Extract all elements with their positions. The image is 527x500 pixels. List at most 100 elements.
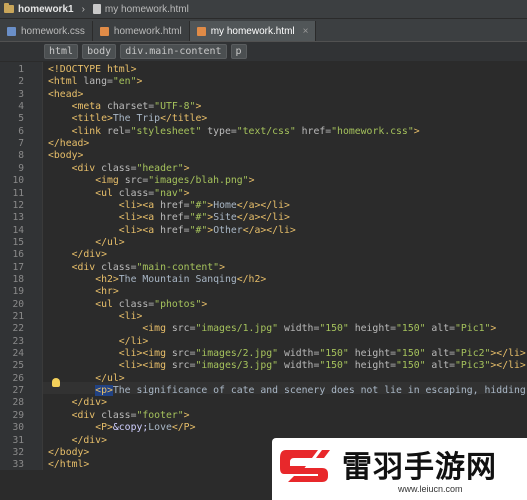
code-token: Site <box>213 212 237 224</box>
code-token: </div> <box>71 249 107 261</box>
line-number: 31 <box>12 434 24 446</box>
code-token: The Mountain Sanqing <box>118 273 237 285</box>
code-text: <meta charset="UTF-8"> <box>48 101 202 113</box>
html-file-icon <box>196 26 206 36</box>
code-text: </li> <box>48 335 149 348</box>
line-number: 3 <box>18 88 24 100</box>
folder-icon <box>4 3 14 13</box>
code-token: lang= <box>83 76 113 88</box>
code-token: <body> <box>48 150 84 162</box>
code-token: "nav" <box>154 187 184 199</box>
line-number: 24 <box>12 348 24 360</box>
code-text: <img src="images/1.jpg" width="150" heig… <box>48 323 496 335</box>
code-text: <div class="footer"> <box>48 410 190 422</box>
line-number: 8 <box>18 150 24 162</box>
code-text: </body> <box>48 447 89 459</box>
line-number: 1 <box>18 64 24 75</box>
code-token: width= <box>283 348 320 360</box>
breadcrumb-file[interactable]: my homework.html <box>89 4 193 15</box>
path-item-p[interactable]: p <box>230 44 247 59</box>
code-text: </ul> <box>48 237 125 249</box>
line-number: 4 <box>18 101 24 113</box>
code-token: alt= <box>431 348 456 360</box>
code-token: > <box>183 187 190 199</box>
code-token: <div <box>71 162 102 174</box>
code-token: "footer" <box>136 409 184 421</box>
tab-homework-html[interactable]: homework.html <box>93 21 190 41</box>
path-item-body[interactable]: body <box>82 44 117 59</box>
code-token: <!DOCTYPE html> <box>48 64 137 75</box>
code-token: Love <box>148 422 172 434</box>
code-token: > <box>413 125 420 137</box>
code-token: "#" <box>189 224 208 236</box>
code-text: <head> <box>48 89 83 101</box>
code-text: <li><a href="#">Home</a></li> <box>48 200 290 212</box>
close-icon[interactable]: × <box>303 26 309 37</box>
line-number: 10 <box>12 175 24 187</box>
html-file-icon <box>99 26 109 36</box>
code-token: "150" <box>396 360 432 372</box>
code-text: <img src="images/blah.png"> <box>48 175 254 187</box>
code-token: </ul> <box>95 372 125 384</box>
code-token: > <box>195 101 202 113</box>
code-text: <div class="main-content"> <box>48 262 225 274</box>
path-item-html[interactable]: html <box>44 44 79 59</box>
code-text: </html> <box>48 459 89 471</box>
tab-homework-css[interactable]: homework.css <box>0 21 93 41</box>
line-number: 30 <box>12 422 24 434</box>
code-editor[interactable]: 1 <!DOCTYPE html> 2 <html lang="en"> 3 <head>… <box>0 62 527 470</box>
line-number: 11 <box>12 187 24 199</box>
code-token: "150" <box>319 348 355 360</box>
code-text: <body> <box>48 150 83 162</box>
code-token: </a></li> <box>236 199 290 211</box>
code-token: > <box>136 76 143 88</box>
code-token: </title> <box>160 113 208 125</box>
code-token: href= <box>301 125 332 137</box>
line-number: 18 <box>12 273 24 285</box>
line-number: 5 <box>18 113 24 125</box>
code-text: </head> <box>48 138 89 150</box>
code-token: <li><img <box>118 360 172 372</box>
code-token: > <box>183 162 190 174</box>
code-token: <div <box>71 409 102 421</box>
code-text: <li><img src="images/2.jpg" width="150" … <box>48 348 526 360</box>
code-token: "150" <box>319 360 355 372</box>
code-token: "images/1.jpg" <box>195 323 284 335</box>
line-number: 27 <box>12 385 24 397</box>
path-item-main-content[interactable]: div.main-content <box>120 44 227 59</box>
code-token: src= <box>124 175 149 187</box>
code-token: "images/2.jpg" <box>195 348 284 360</box>
code-token: </li> <box>118 335 149 347</box>
code-token: class= <box>118 298 155 310</box>
watermark-logo-icon <box>280 450 330 482</box>
code-token: class= <box>118 187 155 199</box>
lightbulb-icon[interactable] <box>52 378 60 387</box>
line-number: 16 <box>12 249 24 261</box>
code-token: alt= <box>431 323 456 335</box>
line-number: 21 <box>12 311 24 322</box>
breadcrumb-project[interactable]: homework1 <box>0 3 78 15</box>
code-token: class= <box>101 409 137 421</box>
code-token: <img <box>95 175 125 187</box>
code-token: charset= <box>106 101 155 113</box>
tab-my-homework-html[interactable]: my homework.html × <box>189 21 317 41</box>
code-token: The Trip <box>112 113 161 125</box>
line-number: 2 <box>18 76 24 88</box>
breadcrumb: homework1 › my homework.html <box>0 0 527 19</box>
code-text: <!DOCTYPE html> <box>48 64 136 76</box>
breadcrumb-file-label: my homework.html <box>104 3 189 15</box>
code-token: "en" <box>112 76 137 88</box>
code-token: </body> <box>48 446 90 458</box>
code-token: </div> <box>71 434 107 446</box>
code-token: </h2> <box>236 273 267 285</box>
code-token: href= <box>160 212 190 224</box>
code-token: "images/3.jpg" <box>195 360 284 372</box>
